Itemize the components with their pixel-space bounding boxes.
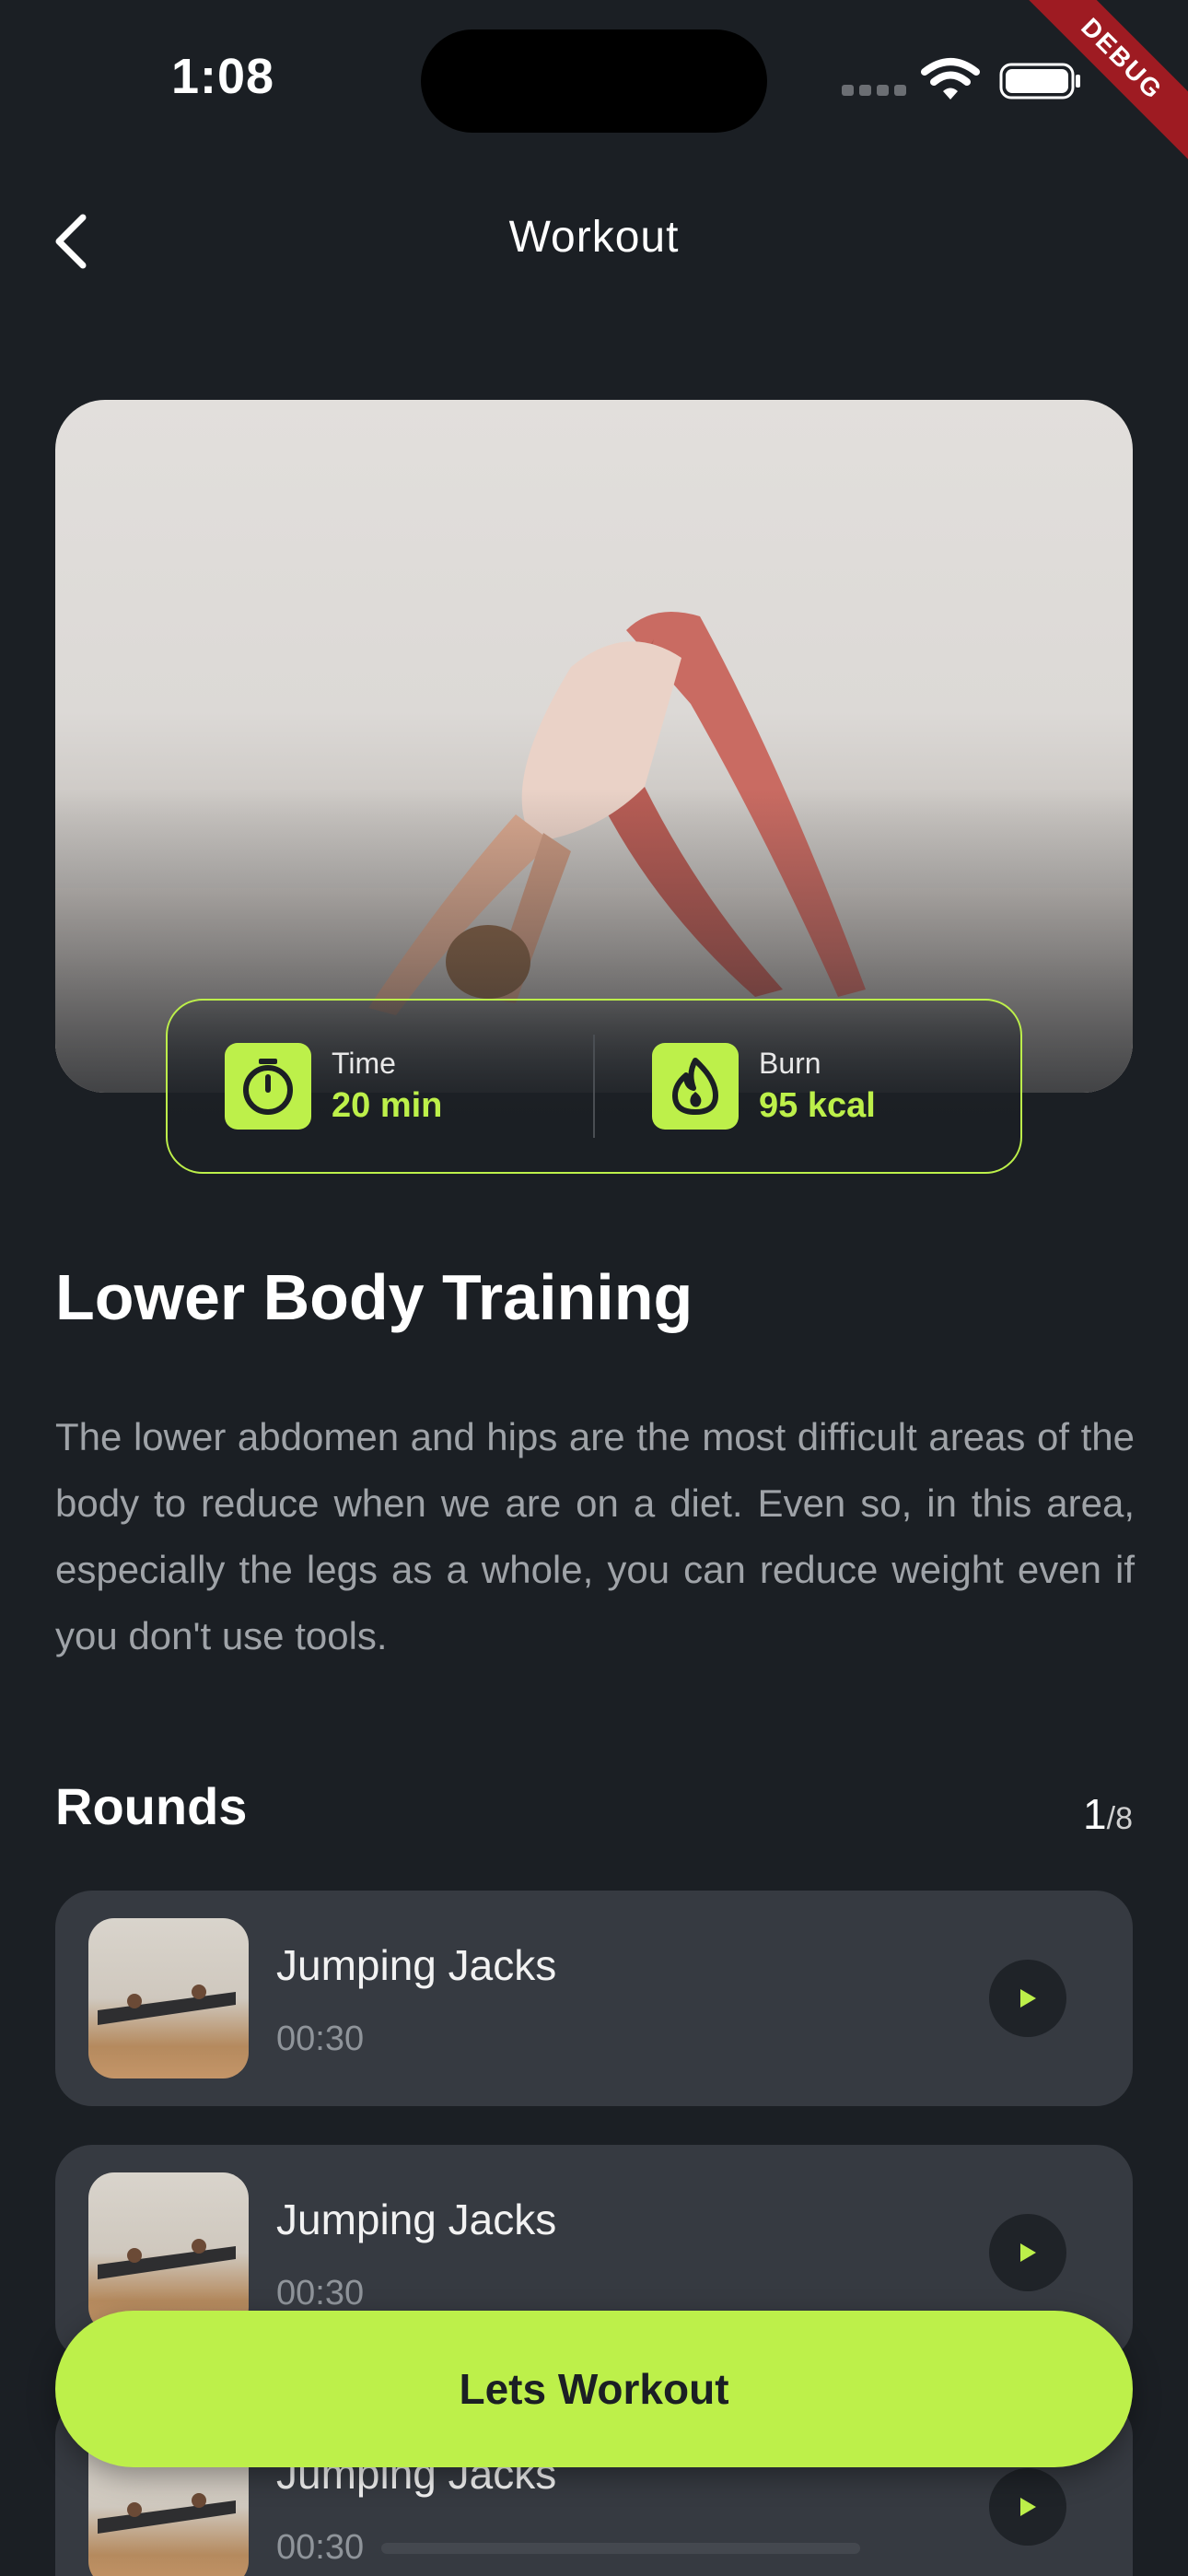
exercise-thumbnail — [88, 2172, 249, 2333]
time-value: 20 min — [332, 1086, 443, 1125]
exercise-duration: 00:30 — [276, 2528, 365, 2567]
time-stat: Time 20 min — [168, 1043, 593, 1130]
play-icon — [1020, 2243, 1036, 2262]
exercise-thumbnail — [88, 1918, 249, 2078]
cellular-signal-icon — [842, 85, 906, 96]
exercise-progress-bar — [381, 2543, 860, 2554]
time-label: Time — [332, 1047, 396, 1080]
status-time: 1:08 — [171, 49, 275, 104]
play-button[interactable] — [989, 2214, 1066, 2291]
lets-workout-button[interactable]: Lets Workout — [55, 2311, 1133, 2467]
page-title: Workout — [508, 213, 680, 262]
exercise-duration: 00:30 — [276, 2020, 365, 2058]
rounds-current: 1 — [1083, 1790, 1107, 1838]
round-card[interactable]: Jumping Jacks 00:30 — [55, 1891, 1133, 2106]
workout-description: The lower abdomen and hips are the most … — [55, 1415, 1135, 1657]
flame-icon — [652, 1043, 739, 1130]
exercise-name: Jumping Jacks — [276, 2195, 557, 2243]
workout-stats: Time 20 min Burn 95 kcal — [166, 999, 1022, 1174]
dynamic-island — [421, 29, 767, 133]
rounds-heading: Rounds — [55, 1777, 248, 1835]
workout-title: Lower Body Training — [55, 1261, 693, 1333]
workout-detail-screen: 1:08 DEBUG Workout Time 20 min Burn 95 k… — [0, 0, 1188, 2576]
play-button[interactable] — [989, 1960, 1066, 2037]
burn-value: 95 kcal — [759, 1086, 876, 1125]
rounds-counter: 1/8 — [1083, 1789, 1133, 1839]
rounds-total: /8 — [1106, 1801, 1133, 1836]
wifi-icon — [921, 58, 980, 100]
play-icon — [1020, 2498, 1036, 2516]
exercise-name: Jumping Jacks — [276, 1941, 557, 1989]
timer-icon — [225, 1043, 311, 1130]
battery-icon — [999, 63, 1080, 100]
exercise-duration: 00:30 — [276, 2274, 365, 2313]
play-button[interactable] — [989, 2468, 1066, 2546]
workout-hero-image — [55, 400, 1133, 1093]
burn-label: Burn — [759, 1047, 821, 1080]
play-icon — [1020, 1989, 1036, 2008]
burn-stat: Burn 95 kcal — [595, 1043, 1020, 1130]
